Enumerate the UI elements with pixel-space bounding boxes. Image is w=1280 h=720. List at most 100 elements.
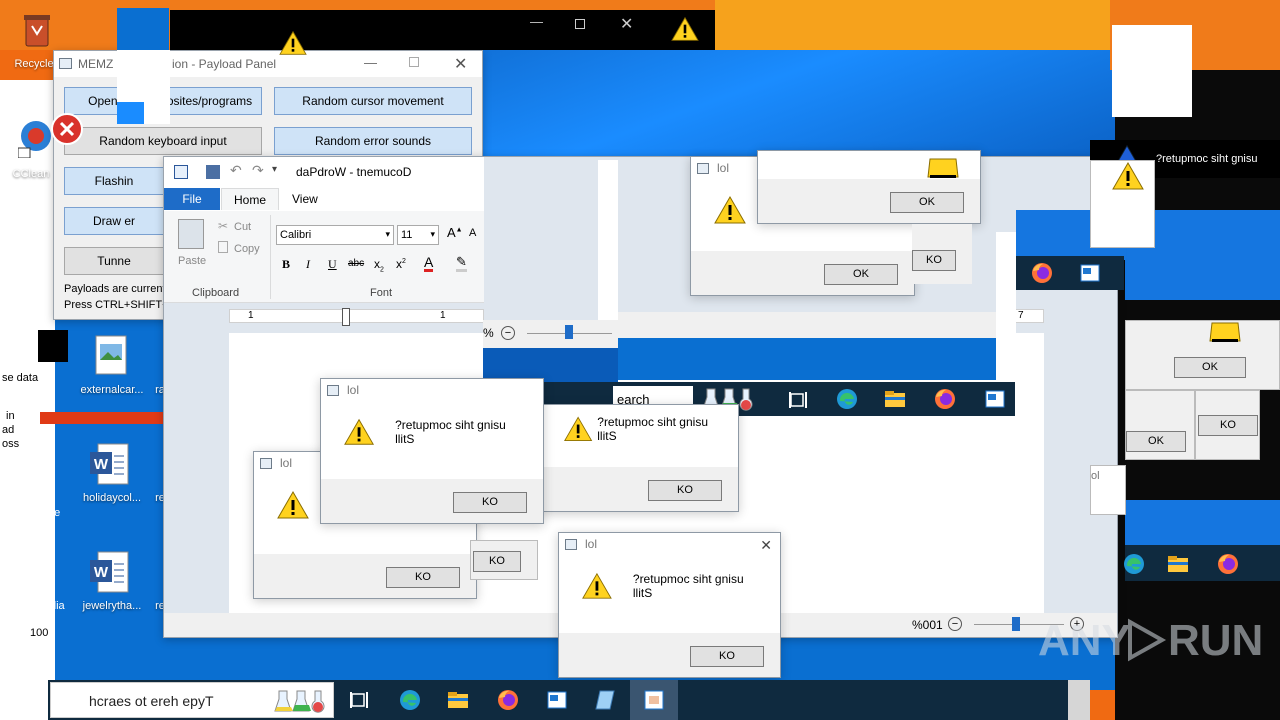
maximize-button[interactable] [409,57,419,67]
glitch-white-square [117,50,144,102]
glitch-white-square-2 [144,50,170,124]
underline-icon[interactable]: U [328,257,337,272]
play-icon [1128,618,1167,662]
dialog-ok-button[interactable]: KO [453,492,527,513]
dialog-message: ?retupmoc siht gnisu llitS [597,415,708,443]
cut-icon[interactable]: ✂ [218,219,228,233]
firefox-icon[interactable] [1030,261,1054,285]
firefox-icon[interactable] [933,387,957,411]
image-file-icon[interactable] [94,334,128,376]
maximize-button[interactable] [575,19,585,29]
edge-icon[interactable] [835,387,859,411]
chemistry-icon [274,690,325,713]
font-size-value: 11 [401,229,413,241]
edge-icon[interactable] [1122,552,1146,576]
file-explorer-icon[interactable] [883,387,907,411]
superscript-icon[interactable]: x2 [396,257,406,271]
dialog-message: ?retupmoc siht gnisu llitS [632,572,744,600]
memz-title-icon [59,58,72,69]
bold-icon[interactable]: B [282,257,290,272]
close-button[interactable]: ✕ [454,54,467,74]
dialog-ok-button[interactable]: OK [824,264,898,285]
dialog-ok-button[interactable]: KO [912,250,956,271]
wordpad-taskbar-icon[interactable] [545,688,569,712]
ccleaner-icon[interactable] [17,118,52,159]
open-sites-button-right[interactable]: osites/programs [157,87,262,115]
firefox-icon[interactable] [496,688,520,712]
glitch-white-vertical [598,160,618,320]
error-dialog: OK [757,150,981,224]
tab-view[interactable]: View [280,188,330,210]
zoom-slider-thumb[interactable] [1012,617,1020,631]
ruler: 1 1 [229,308,484,326]
dialog-ok-button[interactable]: KO [1198,415,1258,436]
highlight-icon[interactable]: ✎ [456,255,467,272]
right-dialog-fragment: OK [1125,320,1280,390]
random-keyboard-button[interactable]: Random keyboard input [64,127,262,155]
dialog-ok-button[interactable]: KO [690,646,764,667]
right-dialog-fragment: OK [1125,390,1195,460]
word-document-icon[interactable]: W [90,442,130,486]
paste-label[interactable]: Paste [178,255,206,267]
firefox-icon[interactable] [1216,552,1240,576]
dialog-ok-button[interactable]: KO [473,551,521,572]
search-box[interactable]: hcraes ot ereh epyT [50,682,334,718]
memz-status-line2: Press CTRL+SHIFT+ [64,299,169,311]
wordpad-taskbar-icon[interactable] [1078,261,1102,285]
shrink-font-icon[interactable]: A [469,227,476,239]
zoom-out-icon[interactable]: − [948,617,962,631]
flashing-button[interactable]: Flashin [64,167,164,195]
wordpad-taskbar-icon[interactable] [983,387,1007,411]
save-icon[interactable] [206,165,220,179]
warning-icon [927,158,959,178]
tab-home[interactable]: Home [221,188,280,210]
zoom-slider-thumb[interactable] [565,325,573,339]
recycle-bin-icon[interactable] [18,10,56,50]
font-size-select[interactable]: 11 ▾ [397,225,439,245]
paste-icon[interactable] [178,219,204,249]
active-app-highlight[interactable] [630,680,678,720]
dialog-message: ?retupmoc siht gnisu llitS [395,418,506,446]
close-icon[interactable]: ✕ [760,537,772,554]
zoom-level: %001 [912,618,943,632]
edge-icon[interactable] [398,688,422,712]
dialog-ok-button[interactable]: KO [648,480,722,501]
draw-errors-button[interactable]: Draw er [64,207,164,235]
dialog-ok-button[interactable]: KO [386,567,460,588]
indent-marker[interactable] [342,308,350,326]
right-dialog-fragment [1090,160,1155,248]
copy-label[interactable]: Copy [234,243,260,255]
customize-qat-icon[interactable]: ▾ [272,164,277,175]
font-family-select[interactable]: Calibri ▾ [276,225,394,245]
italic-icon[interactable]: I [306,257,310,272]
notepad-taskbar-icon[interactable] [594,688,618,712]
file-explorer-icon[interactable] [446,688,470,712]
random-error-sounds-button[interactable]: Random error sounds [274,127,472,155]
task-view-icon[interactable] [348,688,372,712]
task-view-icon[interactable] [787,388,811,412]
tunnel-button[interactable]: Tunne [64,247,164,275]
zoom-out-icon[interactable]: − [501,326,515,340]
desktop-icon-label: holidaycol... [82,492,142,504]
dialog-ok-button[interactable]: OK [1174,357,1246,378]
grow-font-icon[interactable]: A▲ [447,225,463,240]
dialog-ok-button[interactable]: OK [890,192,964,213]
redo-icon[interactable]: ↷ [252,162,264,179]
random-cursor-button[interactable]: Random cursor movement [274,87,472,115]
copy-icon[interactable] [218,241,228,253]
undo-icon[interactable]: ↶ [230,162,242,179]
font-color-icon[interactable]: A [424,255,434,272]
subscript-icon[interactable]: x2 [374,257,384,273]
cut-label[interactable]: Cut [234,221,251,233]
word-document-icon[interactable]: W [90,550,130,594]
strikethrough-icon[interactable]: abc [348,258,364,269]
file-explorer-icon[interactable] [1166,552,1190,576]
close-button[interactable]: ✕ [620,14,633,34]
minimize-button[interactable]: — [364,55,377,70]
dialog-ok-button[interactable]: OK [1126,431,1186,452]
right-dialog-fragment: KO [1195,390,1260,460]
desktop-icon-label: externalcar... [80,384,144,396]
tab-file[interactable]: File [164,188,220,210]
search-input[interactable]: hcraes ot ereh epyT [89,693,214,709]
minimize-button[interactable]: — [530,14,543,29]
